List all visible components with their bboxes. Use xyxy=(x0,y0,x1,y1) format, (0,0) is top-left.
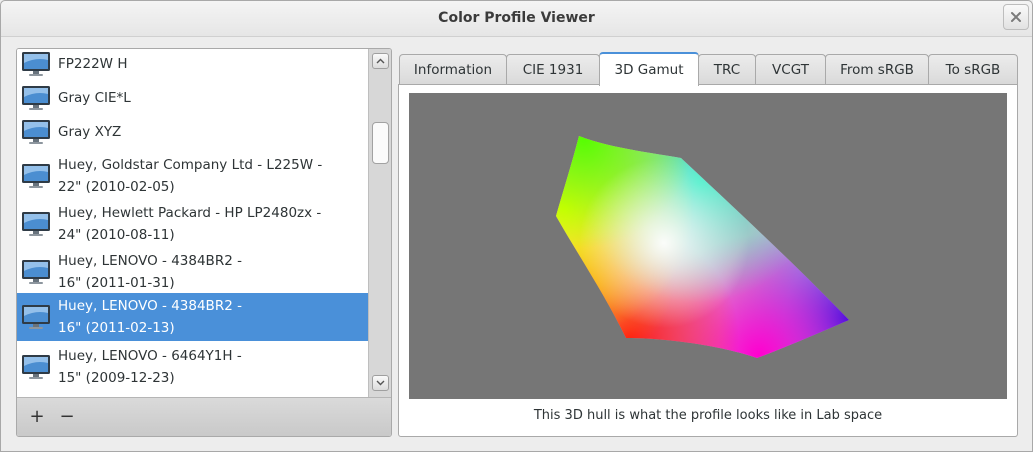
tab-content: This 3D hull is what the profile looks l… xyxy=(398,84,1018,437)
title-bar: Color Profile Viewer xyxy=(1,1,1032,37)
close-icon xyxy=(1011,12,1021,22)
gamut-3d-view[interactable] xyxy=(409,93,1007,399)
profile-label: Huey, LENOVO - 6464Y1H - 15" (2009-12-23) xyxy=(58,345,242,389)
profile-label: Huey, Hewlett Packard - HP LP2480zx - 24"… xyxy=(58,202,321,246)
profile-detail: 22" (2010-02-05) xyxy=(58,179,175,195)
profile-name: Huey, LENOVO - 4384BR2 - xyxy=(58,298,242,314)
profile-label: Gray CIE*L xyxy=(58,87,131,109)
tab-information[interactable]: Information xyxy=(399,54,507,85)
profile-detail: 16" (2011-01-31) xyxy=(58,275,175,291)
profile-list-item[interactable]: Huey, LENOVO - 4384BR2 - 16" (2011-01-31) xyxy=(17,249,368,295)
profile-label: Gray XYZ xyxy=(58,121,121,143)
chevron-up-icon xyxy=(376,58,385,64)
profile-detail: 24" (2010-08-11) xyxy=(58,227,175,243)
add-profile-button[interactable]: + xyxy=(25,404,49,428)
profile-label: Huey, LENOVO - 4384BR2 - 16" (2011-02-13) xyxy=(58,295,242,339)
gamut-caption: This 3D hull is what the profile looks l… xyxy=(533,408,883,423)
profile-list-item[interactable]: Huey, LENOVO - 6464Y1H - 15" (2009-12-23) xyxy=(17,343,368,391)
display-icon xyxy=(21,257,51,287)
profile-name: Huey, Goldstar Company Ltd - L225W - xyxy=(58,157,323,173)
profile-name: Huey, Hewlett Packard - HP LP2480zx - xyxy=(58,205,322,221)
profile-label: Huey, Goldstar Company Ltd - L225W - 22" … xyxy=(58,154,322,198)
profile-list-item[interactable]: Gray CIE*L xyxy=(17,83,368,113)
tab-to-srgb[interactable]: To sRGB xyxy=(928,54,1018,85)
chevron-down-icon xyxy=(376,380,385,386)
display-icon xyxy=(21,83,51,113)
display-icon xyxy=(21,209,51,239)
profile-list-item[interactable]: FP222W H xyxy=(17,49,368,79)
list-toolbar: + − xyxy=(17,397,391,436)
display-icon xyxy=(21,49,51,79)
tab-from-srgb[interactable]: From sRGB xyxy=(825,54,929,85)
gamut-hull xyxy=(556,136,849,358)
scroll-up-button[interactable] xyxy=(372,53,389,69)
profile-list[interactable]: FP222W H Gray CIE*L Gray XYZ Huey, Goldstar… xyxy=(17,49,368,397)
display-icon xyxy=(21,352,51,382)
profile-name: Gray XYZ xyxy=(58,124,122,140)
profile-name: Huey, LENOVO - 6464Y1H - xyxy=(58,348,242,364)
tab-trc[interactable]: TRC xyxy=(698,54,756,85)
close-button[interactable] xyxy=(1003,4,1029,30)
list-scrollbar[interactable] xyxy=(368,49,391,397)
profile-list-item[interactable]: Huey, LENOVO - 4384BR2 - 16" (2011-02-13) xyxy=(17,293,368,341)
display-icon xyxy=(21,302,51,332)
tab-3d-gamut[interactable]: 3D Gamut xyxy=(599,52,699,86)
scroll-down-button[interactable] xyxy=(372,375,389,391)
window-title: Color Profile Viewer xyxy=(438,10,595,26)
profile-list-frame: FP222W H Gray CIE*L Gray XYZ Huey, Goldstar… xyxy=(16,48,392,437)
profile-label: FP222W H xyxy=(58,53,127,75)
profile-detail: 16" (2011-02-13) xyxy=(58,320,175,336)
profile-name: Gray CIE*L xyxy=(58,90,131,106)
profile-detail: 15" (2009-12-23) xyxy=(58,370,175,386)
profile-name: Huey, LENOVO - 4384BR2 - xyxy=(58,253,242,269)
scroll-thumb[interactable] xyxy=(372,122,389,164)
profile-name: FP222W H xyxy=(58,56,128,72)
tab-cie-1931[interactable]: CIE 1931 xyxy=(506,54,600,85)
tab-vcgt[interactable]: VCGT xyxy=(755,54,826,85)
display-icon xyxy=(21,117,51,147)
display-icon xyxy=(21,161,51,191)
profile-list-item[interactable]: Huey, Hewlett Packard - HP LP2480zx - 24"… xyxy=(17,201,368,247)
remove-profile-button[interactable]: − xyxy=(55,404,79,428)
profile-list-item[interactable]: Gray XYZ xyxy=(17,117,368,147)
profile-label: Huey, LENOVO - 4384BR2 - 16" (2011-01-31) xyxy=(58,250,242,294)
window: Color Profile Viewer FP222W H Gray CIE*L G… xyxy=(0,0,1033,452)
profile-list-item[interactable]: Huey, Goldstar Company Ltd - L225W - 22" … xyxy=(17,153,368,199)
